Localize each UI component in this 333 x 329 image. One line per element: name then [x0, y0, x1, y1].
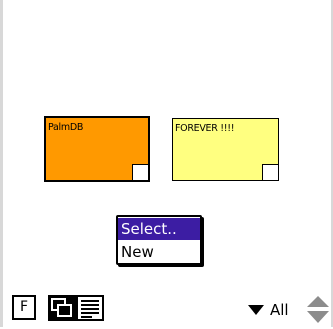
note-resize-corner[interactable]	[262, 164, 279, 181]
category-label: All	[270, 301, 289, 319]
list-view-icon[interactable]	[76, 295, 104, 321]
note-title: PalmDB	[48, 122, 84, 133]
note-palmdb[interactable]: PalmDB	[44, 116, 150, 182]
view-toggle	[48, 295, 104, 321]
category-picker[interactable]: All	[248, 300, 289, 320]
note-resize-corner[interactable]	[132, 164, 149, 181]
overlap-view-icon[interactable]	[48, 295, 76, 321]
menu-item-select[interactable]: Select..	[118, 218, 200, 240]
triangle-down-icon	[248, 305, 264, 315]
scroll-arrows-icon[interactable]	[306, 295, 330, 325]
popup-menu: Select.. New	[116, 215, 202, 265]
menu-item-new[interactable]: New	[118, 241, 200, 263]
note-title: FOREVER !!!!	[175, 123, 235, 134]
note-forever[interactable]: FOREVER !!!!	[172, 118, 279, 181]
font-button[interactable]: F	[12, 295, 36, 320]
